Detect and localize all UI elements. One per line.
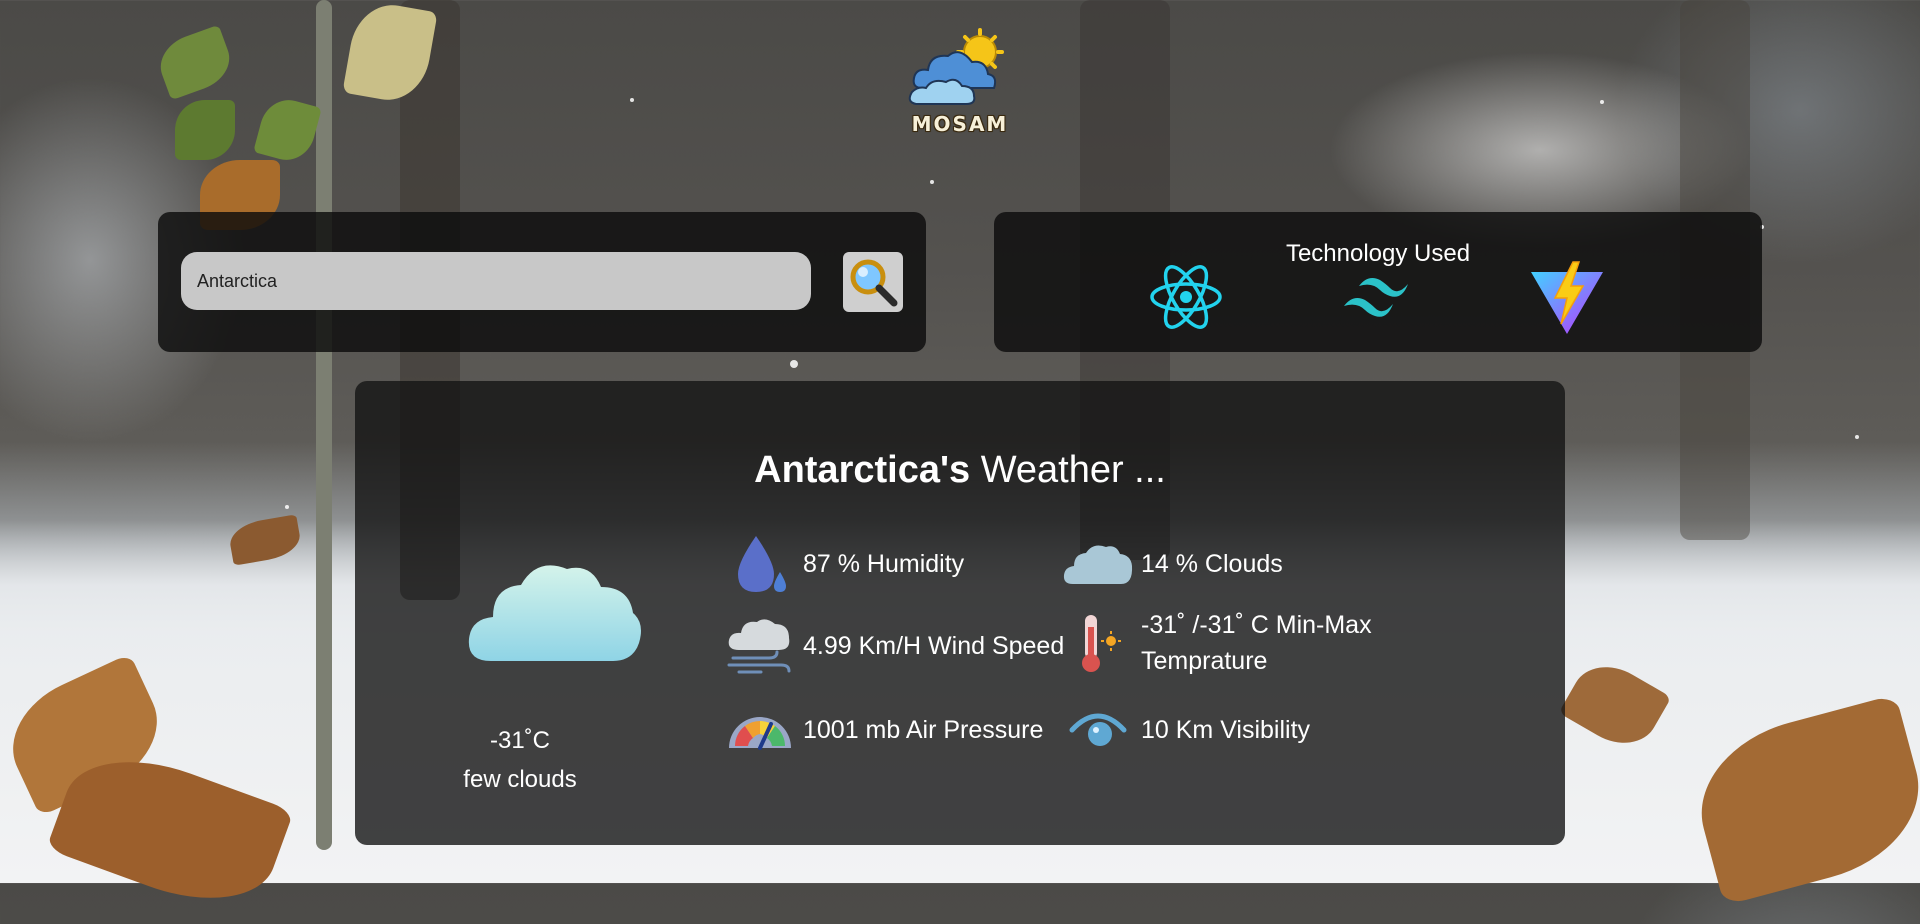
thermometer-icon bbox=[1063, 608, 1133, 678]
humidity-stat: 87 % Humidity bbox=[725, 529, 964, 599]
clouds-stat: 14 % Clouds bbox=[1063, 529, 1283, 599]
background-leaf bbox=[152, 24, 238, 101]
react-icon bbox=[1150, 265, 1222, 329]
search-icon bbox=[850, 259, 898, 307]
min-max-temperature-line2: Temprature bbox=[1141, 647, 1268, 675]
cloud-icon bbox=[1063, 529, 1133, 599]
background-tree bbox=[316, 0, 332, 850]
search-panel bbox=[158, 212, 926, 352]
air-pressure-text: 1001 mb Air Pressure bbox=[803, 716, 1044, 744]
weather-card: Antarctica's Weather ... -31˚C few cloud… bbox=[355, 381, 1565, 845]
droplet-icon bbox=[725, 529, 795, 599]
wind-speed-text: 4.99 Km/H Wind Speed bbox=[803, 632, 1065, 660]
wind-speed-stat: 4.99 Km/H Wind Speed bbox=[725, 611, 1064, 681]
air-pressure-stat: 1001 mb Air Pressure bbox=[725, 695, 1043, 765]
snowflake bbox=[630, 98, 634, 102]
weather-title-suffix: Weather ... bbox=[970, 449, 1166, 491]
visibility-stat: 10 Km Visibility bbox=[1063, 695, 1310, 765]
weather-title: Antarctica's Weather ... bbox=[355, 449, 1565, 492]
gauge-icon bbox=[725, 695, 795, 765]
min-max-temperature-line1: -31˚ /-31˚ C Min-Max bbox=[1141, 611, 1372, 639]
weather-logo-icon bbox=[908, 28, 1004, 105]
temperature-value: -31˚C bbox=[489, 727, 550, 754]
temperature-block: -31˚C few clouds bbox=[435, 721, 605, 799]
snowflake bbox=[930, 180, 934, 184]
snowflake bbox=[285, 505, 289, 509]
eye-icon bbox=[1063, 695, 1133, 765]
weather-description: few clouds bbox=[463, 766, 577, 793]
search-button[interactable] bbox=[843, 252, 903, 312]
cloud-icon bbox=[468, 565, 641, 661]
app-logo-text: MOSAM bbox=[911, 112, 1009, 136]
clouds-text: 14 % Clouds bbox=[1141, 550, 1283, 578]
weather-city: Antarctica's bbox=[754, 449, 971, 491]
snowflake bbox=[1855, 435, 1859, 439]
min-max-temperature-text: -31˚ /-31˚ C Min-Max Temprature bbox=[1141, 607, 1372, 679]
min-max-temperature-stat: -31˚ /-31˚ C Min-Max Temprature bbox=[1063, 607, 1372, 679]
search-input[interactable] bbox=[181, 252, 811, 310]
technology-title: Technology Used bbox=[1285, 240, 1471, 267]
humidity-text: 87 % Humidity bbox=[803, 550, 965, 578]
wind-icon bbox=[725, 611, 795, 681]
snowflake bbox=[1600, 100, 1604, 104]
background-leaf bbox=[253, 93, 322, 167]
tailwind-icon bbox=[1344, 278, 1408, 317]
background-leaf bbox=[175, 100, 235, 160]
snowflake bbox=[790, 360, 798, 368]
technology-panel: Technology Used bbox=[994, 212, 1762, 352]
vite-icon bbox=[1531, 261, 1603, 334]
visibility-text: 10 Km Visibility bbox=[1141, 716, 1311, 744]
app-logo: MOSAM bbox=[905, 28, 1015, 148]
